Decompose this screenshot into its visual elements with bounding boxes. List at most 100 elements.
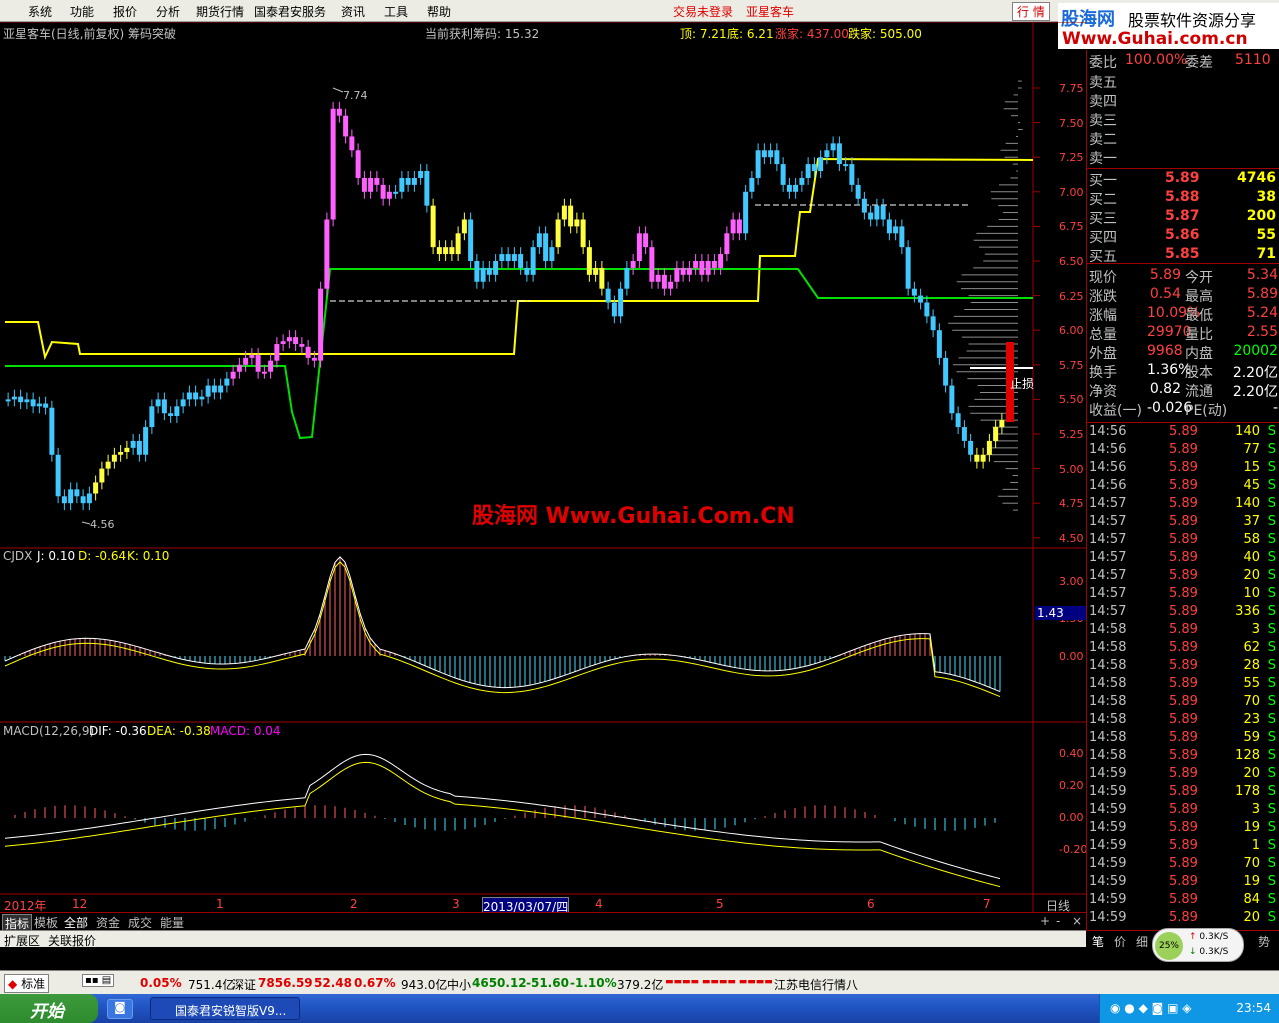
stat-label: 现价 — [1089, 270, 1117, 286]
network-speed-widget[interactable]: 25% ↑ 0.3K/S ↓ 0.3K/S — [1152, 928, 1244, 962]
menu-tools[interactable]: 工具 — [384, 3, 408, 20]
stat-label: 总量 — [1089, 327, 1117, 343]
candle-body — [943, 357, 949, 386]
menu-system[interactable]: 系统 — [28, 3, 52, 20]
clock: 23:54 — [1236, 1001, 1271, 1015]
menu-gtja-service[interactable]: 国泰君安服务 — [254, 3, 326, 20]
quick-launch-icon[interactable]: ◙ — [107, 999, 133, 1019]
cjdx-d-line — [4, 561, 1001, 698]
tick-row: 14:56 5.89 15 S — [1087, 460, 1279, 478]
candle-body — [711, 261, 717, 268]
zoom-out-button[interactable]: - — [1054, 914, 1062, 928]
candle-body — [643, 233, 649, 248]
tick-time: 14:59 — [1089, 892, 1127, 907]
panel-tab-trend[interactable]: 势 — [1258, 933, 1270, 950]
tick-price: 5.89 — [1169, 874, 1198, 889]
stat-label: 换手 — [1089, 365, 1117, 381]
toolbar-icons[interactable]: ▪▪ ▤ — [82, 974, 115, 987]
tick-row: 14:56 5.89 45 S — [1087, 478, 1279, 496]
candle-body — [749, 177, 755, 192]
xaxis-label: 2 — [350, 897, 358, 911]
panel-tab-price[interactable]: 价 — [1114, 933, 1126, 950]
start-button[interactable]: 开始 — [0, 994, 98, 1023]
tick-volume: 55 — [1243, 676, 1260, 691]
candle-body — [486, 267, 492, 275]
candle-body — [955, 413, 961, 428]
sell-row: 卖三 — [1087, 110, 1279, 129]
tick-time: 14:59 — [1089, 910, 1127, 925]
system-tray: ◉ ● ◆ ◙ ▣ ◈ 23:54 — [1099, 994, 1279, 1023]
cjdx-j-line — [4, 556, 1001, 693]
panel-tab-ticks[interactable]: 笔 — [1092, 933, 1104, 950]
tick-time: 14:58 — [1089, 712, 1127, 727]
tick-time: 14:57 — [1089, 532, 1127, 547]
tab-trade[interactable]: 成交 — [126, 914, 154, 931]
candle-body — [986, 440, 992, 455]
stat-label: 外盘 — [1089, 346, 1117, 362]
tick-price: 5.89 — [1169, 568, 1198, 583]
taskbar-app-button[interactable]: 国泰君安锐智版V9... — [150, 997, 300, 1020]
sell-row: 卖二 — [1087, 129, 1279, 148]
stat-label: 涨幅 — [1089, 308, 1117, 324]
menu-futures[interactable]: 期货行情 — [196, 3, 244, 20]
candle-body — [968, 440, 974, 455]
candle-body — [399, 177, 405, 192]
tick-time: 14:59 — [1089, 766, 1127, 781]
tick-row: 14:58 5.89 62 S — [1087, 640, 1279, 658]
zoom-in-button[interactable]: + — [1038, 914, 1052, 928]
high-mark: 7.74 — [343, 89, 368, 102]
stat-row: 净资 0.82 流通 2.20亿 — [1087, 381, 1279, 400]
macd-dea: DEA: -0.38 — [147, 724, 211, 738]
candle-body — [705, 261, 711, 275]
sz-percent: 0.67% — [354, 976, 396, 990]
menu-help[interactable]: 帮助 — [427, 3, 451, 20]
mode-button[interactable]: 行 情 — [1012, 2, 1050, 21]
candle-body — [874, 205, 880, 220]
panel-tab-detail[interactable]: 细 — [1136, 933, 1148, 950]
tick-row: 14:57 5.89 58 S — [1087, 532, 1279, 550]
price-axis-label: 5.75 — [1059, 358, 1084, 372]
candle-body — [255, 355, 261, 372]
layout-mode-select[interactable]: ◆ 标准 — [4, 974, 50, 993]
tick-volume: 23 — [1243, 712, 1260, 727]
menu-news[interactable]: 资讯 — [341, 3, 365, 20]
tick-time: 14:56 — [1089, 478, 1127, 493]
index-pct: 0.05% — [140, 976, 182, 990]
menu-quote[interactable]: 报价 — [113, 3, 137, 20]
tick-row: 14:57 5.89 37 S — [1087, 514, 1279, 532]
candle-body — [593, 267, 599, 275]
tick-row: 14:59 5.89 20 S — [1087, 766, 1279, 784]
menu-analysis[interactable]: 分析 — [156, 3, 180, 20]
close-panel-button[interactable]: × — [1070, 914, 1084, 928]
candle-body — [380, 184, 386, 199]
menu-function[interactable]: 功能 — [70, 3, 94, 20]
candle-body — [655, 274, 661, 282]
kline-chart[interactable] — [0, 22, 1086, 912]
stat-value: 0.54 — [1149, 286, 1181, 302]
candle-body — [818, 157, 824, 172]
candle-body — [211, 385, 217, 393]
candle-body — [49, 407, 55, 455]
tick-price: 5.89 — [1169, 640, 1198, 655]
candle-body — [80, 496, 86, 504]
candle-body — [649, 247, 655, 282]
tab-all[interactable]: 全部 — [62, 914, 90, 931]
quote-panel: 委比 100.00% 委差 5110 卖五 卖四 卖三 卖二 卖一 买一 5.89 4746… — [1086, 50, 1279, 930]
candle-body — [893, 226, 899, 234]
tick-volume: 62 — [1243, 640, 1260, 655]
tab-energy[interactable]: 能量 — [158, 914, 186, 931]
tick-price: 5.89 — [1169, 784, 1198, 799]
login-status[interactable]: 交易未登录 — [673, 3, 733, 20]
candle-body — [424, 171, 430, 206]
news-ticker[interactable]: 江苏电信行情八 — [774, 976, 858, 993]
buy-volume: 200 — [1246, 208, 1276, 224]
sell-level-label: 卖四 — [1089, 94, 1117, 110]
tick-price: 5.89 — [1169, 712, 1198, 727]
candle-body — [880, 205, 886, 220]
tick-price: 5.89 — [1169, 838, 1198, 853]
tab-template[interactable]: 模板 — [32, 914, 60, 931]
extension-bar: 扩展区 关联报价 — [0, 930, 1145, 948]
tray-icons[interactable]: ◉ ● ◆ ◙ ▣ ◈ — [1110, 1001, 1191, 1015]
tab-capital[interactable]: 资金 — [94, 914, 122, 931]
candle-body — [311, 357, 317, 361]
